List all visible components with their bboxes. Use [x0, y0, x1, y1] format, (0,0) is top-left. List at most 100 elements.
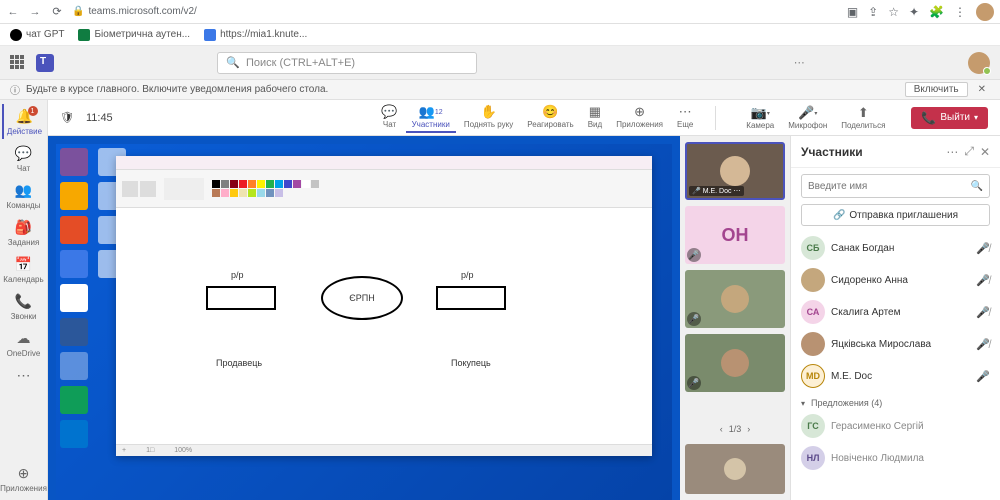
meeting-camera[interactable]: 📷▾Камера [740, 103, 780, 132]
video-thumb-4[interactable]: 🎤 [685, 334, 785, 392]
enable-button[interactable]: Включить [905, 82, 968, 97]
label-seller: Продавець [216, 358, 262, 368]
avatar: MD [801, 364, 825, 388]
separator [715, 106, 716, 130]
desktop-icon [60, 352, 88, 380]
participant-row[interactable]: Яцківська Мирослава 🎤̸ [797, 328, 994, 360]
meeting-share[interactable]: ⬆Поделиться [835, 103, 891, 132]
ellipsis-icon[interactable]: ⋯ [946, 145, 958, 159]
meeting-chat[interactable]: 💬Чат [375, 102, 403, 133]
rail-apps[interactable]: ⊕Приложения [2, 461, 46, 496]
mic-off-icon: 🎤̸ [976, 306, 990, 319]
rail-chat[interactable]: 💬Чат [2, 141, 46, 176]
bookmark-biometric[interactable]: Біометрична аутен... [78, 29, 190, 41]
meeting-more[interactable]: ⋯Еще [671, 102, 699, 133]
plus-icon: ⊕ [634, 104, 645, 120]
more-header-icon[interactable]: ⋯ [794, 56, 805, 69]
puzzle-icon[interactable]: 🧩 [929, 5, 944, 19]
search-icon: 🔍 [226, 56, 240, 69]
mic-off-icon: 🎤 [687, 376, 701, 390]
people-icon: 👥 [15, 181, 33, 199]
meeting-apps[interactable]: ⊕Приложения [610, 102, 669, 133]
participant-row[interactable]: НЛ Новіченко Людмила [797, 442, 994, 474]
next-icon[interactable]: › [747, 424, 750, 434]
bookmark-chatgpt[interactable]: чат GPT [10, 29, 64, 41]
cast-icon[interactable]: ▣ [847, 5, 858, 19]
participant-row[interactable]: СА Скалига Артем 🎤̸ [797, 296, 994, 328]
participant-row[interactable]: ГС Герасименко Сергій [797, 410, 994, 442]
meeting-raise-hand[interactable]: ✋Поднять руку [458, 102, 519, 133]
rail-assignments[interactable]: 🎒Задания [2, 215, 46, 250]
hangup-icon: 📞 [921, 111, 936, 125]
suggestions-header[interactable]: ▾ Предложения (4) [797, 392, 994, 410]
activity-badge: 1 [28, 106, 38, 116]
grid-icon: ▦ [589, 104, 601, 120]
rail-teams[interactable]: 👥Команды [2, 178, 46, 213]
teams-logo-icon[interactable] [36, 54, 54, 72]
mic-off-icon: 🎤 [687, 248, 701, 262]
profile-icon[interactable] [976, 3, 994, 21]
participant-search-input[interactable] [808, 181, 967, 192]
video-thumb-2[interactable]: ОН 🎤 [685, 206, 785, 264]
strip-pager: ‹ 1/3 › [720, 420, 751, 438]
shared-screen: р/р ЄРПН р/р Продавець Покупець +1□100% [48, 136, 680, 500]
label-rr1: р/р [231, 270, 244, 280]
link-icon: 🔗 [833, 210, 845, 221]
prev-icon[interactable]: ‹ [720, 424, 723, 434]
video-thumb-1[interactable]: 🎤M.E. Doc⋯ [685, 142, 785, 200]
label-rr2: р/р [461, 270, 474, 280]
emoji-icon: 😊 [542, 104, 558, 120]
meeting-mic[interactable]: 🎤▾Микрофон [782, 103, 833, 132]
user-avatar[interactable] [968, 52, 990, 74]
rail-activity[interactable]: 1 🔔 Действие [2, 104, 46, 139]
participant-row[interactable]: СБ Санак Богдан 🎤̸ [797, 232, 994, 264]
reload-icon[interactable]: ⟳ [50, 5, 64, 19]
close-icon[interactable]: ✕ [980, 145, 990, 159]
invite-button[interactable]: 🔗 Отправка приглашения [801, 204, 990, 226]
participant-row[interactable]: MD M.E. Doc 🎤 [797, 360, 994, 392]
bookmark-mia[interactable]: https://mia1.knute... [204, 29, 307, 41]
star-icon[interactable]: ☆ [888, 5, 899, 19]
paint-statusbar: +1□100% [116, 444, 652, 456]
desktop-icons-col1 [60, 148, 98, 490]
notification-text: Будьте в курсе главного. Включите уведом… [26, 84, 328, 95]
meeting-view[interactable]: ▦Вид [582, 102, 608, 133]
rail-onedrive[interactable]: ☁OneDrive [2, 326, 46, 361]
meeting-time: 11:45 [86, 112, 113, 124]
avatar: СБ [801, 236, 825, 260]
avatar: СА [801, 300, 825, 324]
popout-icon[interactable]: ⤢ [964, 144, 974, 159]
search-input[interactable]: 🔍 Поиск (CTRL+ALT+E) [217, 52, 477, 74]
menu-icon[interactable]: ⋮ [954, 5, 966, 19]
avatar: НЛ [801, 446, 825, 470]
search-placeholder: Поиск (CTRL+ALT+E) [246, 57, 355, 69]
participant-row[interactable]: Сидоренко Анна 🎤̸ [797, 264, 994, 296]
meeting-people[interactable]: 👥12Участники [406, 102, 456, 133]
app-launcher-icon[interactable] [10, 55, 26, 71]
mic-off-icon: 🎤 [692, 187, 701, 195]
video-thumb-5[interactable] [685, 444, 785, 494]
address-bar[interactable]: 🔒 teams.microsoft.com/v2/ [72, 6, 197, 17]
leave-button[interactable]: 📞 Выйти ▾ [911, 107, 988, 129]
video-thumb-3[interactable]: 🎤 [685, 270, 785, 328]
desktop-icon [60, 284, 88, 312]
meeting-react[interactable]: 😊Реагировать [521, 102, 579, 133]
chat-icon: 💬 [381, 104, 397, 120]
mic-icon: 🎤▾ [798, 105, 817, 121]
close-icon[interactable]: ✕ [974, 84, 990, 95]
thumb-name: 🎤M.E. Doc⋯ [689, 186, 744, 196]
forward-icon[interactable]: → [28, 5, 42, 19]
extensions-icon[interactable]: ✦ [909, 5, 919, 19]
browser-toolbar: ← → ⟳ 🔒 teams.microsoft.com/v2/ ▣ ⇪ ☆ ✦ … [0, 0, 1000, 24]
participant-search[interactable]: 🔍 [801, 174, 990, 198]
back-icon[interactable]: ← [6, 5, 20, 19]
rail-more[interactable]: ⋯ [2, 363, 46, 389]
chat-icon: 💬 [15, 144, 33, 162]
ellipsis-icon: ⋯ [679, 104, 692, 120]
rail-calls[interactable]: 📞Звонки [2, 289, 46, 324]
avatar [801, 268, 825, 292]
rail-calendar[interactable]: 📅Календарь [2, 252, 46, 287]
share-icon[interactable]: ⇪ [868, 5, 878, 19]
label-buyer: Покупець [451, 358, 491, 368]
calendar-icon: 📅 [15, 255, 33, 273]
